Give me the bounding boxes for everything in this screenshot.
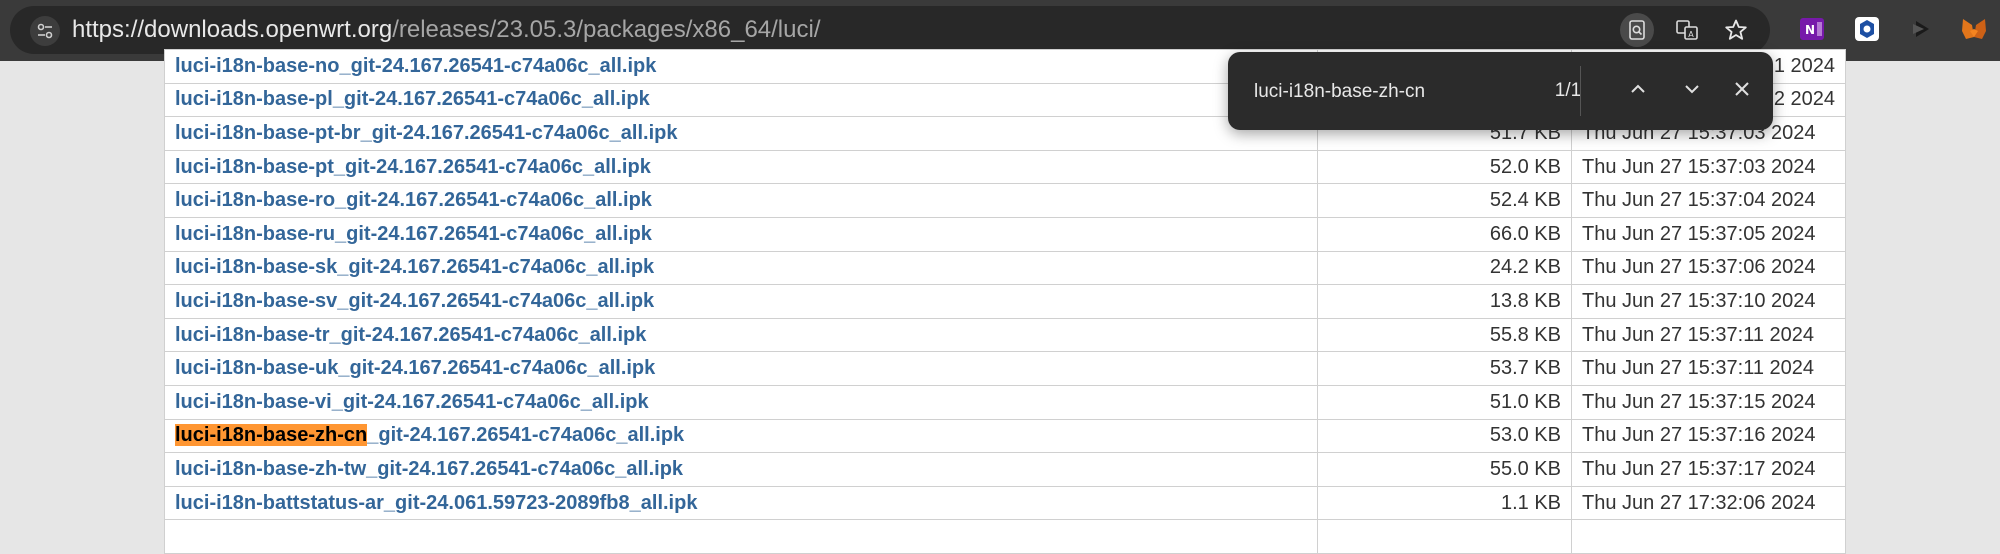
svg-text:A: A <box>1688 30 1694 39</box>
chevron-down-icon <box>1682 79 1702 104</box>
onenote-extension-icon[interactable]: N <box>1796 13 1828 45</box>
file-size-cell: 51.0 KB <box>1317 384 1572 420</box>
media-extension-icon[interactable] <box>1905 13 1937 45</box>
translate-icon[interactable]: A <box>1670 13 1704 47</box>
find-in-page-icon[interactable] <box>1620 13 1654 47</box>
table-row: luci-i18n-base-zh-cn_git-24.167.26541-c7… <box>163 418 1846 454</box>
file-size-cell <box>1317 519 1572 554</box>
file-date-cell: Thu Jun 27 15:37:06 2024 <box>1571 250 1846 286</box>
table-row: luci-i18n-battstatus-ar_git-24.061.59723… <box>163 485 1846 521</box>
file-size-cell: 55.8 KB <box>1317 317 1572 353</box>
file-link[interactable]: luci-i18n-base-pt_git-24.167.26541-c74a0… <box>175 156 651 178</box>
file-date-cell: Thu Jun 27 15:37:10 2024 <box>1571 284 1846 319</box>
file-date-cell: Thu Jun 27 15:37:11 2024 <box>1571 351 1846 386</box>
url-text[interactable]: https://downloads.openwrt.org/releases/2… <box>72 6 821 54</box>
file-link[interactable]: luci-i18n-base-uk_git-24.167.26541-c74a0… <box>175 357 655 379</box>
file-link[interactable]: luci-i18n-base-zh-tw_git-24.167.26541-c7… <box>175 458 683 480</box>
find-next-button[interactable] <box>1674 73 1710 109</box>
file-link[interactable]: luci-i18n-base-pl_git-24.167.26541-c74a0… <box>175 88 650 110</box>
file-size-cell: 53.0 KB <box>1317 418 1572 454</box>
site-info-icon[interactable] <box>30 16 60 46</box>
file-name-cell: luci-i18n-base-tr_git-24.167.26541-c74a0… <box>163 317 1319 353</box>
metamask-fox-icon[interactable] <box>1958 13 1990 45</box>
file-name-cell: luci-i18n-base-ro_git-24.167.26541-c74a0… <box>163 183 1319 218</box>
table-row: luci-i18n-base-sv_git-24.167.26541-c74a0… <box>163 284 1846 319</box>
close-icon <box>1732 79 1752 104</box>
find-input[interactable] <box>1252 72 1516 112</box>
file-name-cell: luci-i18n-base-uk_git-24.167.26541-c74a0… <box>163 351 1319 386</box>
file-date-cell: Thu Jun 27 15:37:11 2024 <box>1571 317 1846 353</box>
table-row: luci-i18n-base-zh-tw_git-24.167.26541-c7… <box>163 452 1846 487</box>
file-size-cell: 52.0 KB <box>1317 149 1572 185</box>
file-link[interactable]: luci-i18n-base-no_git-24.167.26541-c74a0… <box>175 55 656 77</box>
file-size-cell: 52.4 KB <box>1317 183 1572 218</box>
find-bar: 1/1 <box>1228 52 1773 130</box>
file-link[interactable]: luci-i18n-base-sv_git-24.167.26541-c74a0… <box>175 290 654 312</box>
file-link[interactable]: luci-i18n-battstatus-ar_git-24.061.59723… <box>175 492 697 514</box>
file-name-cell: luci-i18n-base-sv_git-24.167.26541-c74a0… <box>163 284 1319 319</box>
address-bar[interactable]: https://downloads.openwrt.org/releases/2… <box>10 6 1770 54</box>
file-link[interactable]: luci-i18n-base-zh-cn_git-24.167.26541-c7… <box>175 424 684 447</box>
file-name-cell: luci-i18n-base-pt_git-24.167.26541-c74a0… <box>163 149 1319 185</box>
svg-text:N: N <box>1805 23 1815 37</box>
table-row: luci-i18n-base-sk_git-24.167.26541-c74a0… <box>163 250 1846 286</box>
file-name-cell: luci-i18n-battstatus-ar_git-24.061.59723… <box>163 485 1319 521</box>
find-previous-button[interactable] <box>1620 73 1656 109</box>
file-size-cell: 53.7 KB <box>1317 351 1572 386</box>
table-row: luci-i18n-base-uk_git-24.167.26541-c74a0… <box>163 351 1846 386</box>
file-name-cell: luci-i18n-base-vi_git-24.167.26541-c74a0… <box>163 384 1319 420</box>
file-size-cell: 1.1 KB <box>1317 485 1572 521</box>
file-link[interactable]: luci-i18n-base-pt-br_git-24.167.26541-c7… <box>175 122 677 144</box>
file-size-cell: 55.0 KB <box>1317 452 1572 487</box>
file-name-cell <box>163 519 1319 554</box>
table-row: luci-i18n-base-vi_git-24.167.26541-c74a0… <box>163 384 1846 420</box>
find-separator <box>1580 66 1581 116</box>
file-date-cell: Thu Jun 27 15:37:17 2024 <box>1571 452 1846 487</box>
file-name-cell: luci-i18n-base-zh-tw_git-24.167.26541-c7… <box>163 452 1319 487</box>
table-row: luci-i18n-base-pt_git-24.167.26541-c74a0… <box>163 149 1846 185</box>
file-date-cell <box>1571 519 1846 554</box>
file-name-cell: luci-i18n-base-sk_git-24.167.26541-c74a0… <box>163 250 1319 286</box>
find-close-button[interactable] <box>1724 73 1760 109</box>
file-date-cell: Thu Jun 27 17:32:06 2024 <box>1571 485 1846 521</box>
file-name-cell: luci-i18n-base-ru_git-24.167.26541-c74a0… <box>163 216 1319 252</box>
file-link[interactable]: luci-i18n-base-vi_git-24.167.26541-c74a0… <box>175 391 649 413</box>
file-name-cell: luci-i18n-base-no_git-24.167.26541-c74a0… <box>163 49 1319 84</box>
file-link[interactable]: luci-i18n-base-ru_git-24.167.26541-c74a0… <box>175 223 652 245</box>
find-match-highlight: luci-i18n-base-zh-cn <box>175 424 368 447</box>
file-link[interactable]: luci-i18n-base-ro_git-24.167.26541-c74a0… <box>175 189 652 211</box>
file-size-cell: 66.0 KB <box>1317 216 1572 252</box>
table-row <box>163 519 1846 554</box>
file-name-cell: luci-i18n-base-zh-cn_git-24.167.26541-c7… <box>163 418 1319 454</box>
find-match-count: 1/1 <box>1554 80 1582 101</box>
chevron-up-icon <box>1628 79 1648 104</box>
file-size-cell: 24.2 KB <box>1317 250 1572 286</box>
file-size-cell: 13.8 KB <box>1317 284 1572 319</box>
bookmark-star-icon[interactable] <box>1719 13 1753 47</box>
table-row: luci-i18n-base-tr_git-24.167.26541-c74a0… <box>163 317 1846 353</box>
file-link[interactable]: luci-i18n-base-sk_git-24.167.26541-c74a0… <box>175 256 654 278</box>
table-row: luci-i18n-base-ro_git-24.167.26541-c74a0… <box>163 183 1846 218</box>
file-date-cell: Thu Jun 27 15:37:16 2024 <box>1571 418 1846 454</box>
file-name-cell: luci-i18n-base-pl_git-24.167.26541-c74a0… <box>163 82 1319 118</box>
hexagon-extension-icon[interactable] <box>1851 13 1883 45</box>
url-path: /releases/23.05.3/packages/x86_64/luci/ <box>392 16 821 43</box>
file-date-cell: Thu Jun 27 15:37:05 2024 <box>1571 216 1846 252</box>
file-date-cell: Thu Jun 27 15:37:03 2024 <box>1571 149 1846 185</box>
file-name-cell: luci-i18n-base-pt-br_git-24.167.26541-c7… <box>163 116 1319 151</box>
file-link[interactable]: luci-i18n-base-tr_git-24.167.26541-c74a0… <box>175 324 646 346</box>
file-date-cell: Thu Jun 27 15:37:15 2024 <box>1571 384 1846 420</box>
url-host: https://downloads.openwrt.org <box>72 16 393 43</box>
file-date-cell: Thu Jun 27 15:37:04 2024 <box>1571 183 1846 218</box>
table-row: luci-i18n-base-ru_git-24.167.26541-c74a0… <box>163 216 1846 252</box>
